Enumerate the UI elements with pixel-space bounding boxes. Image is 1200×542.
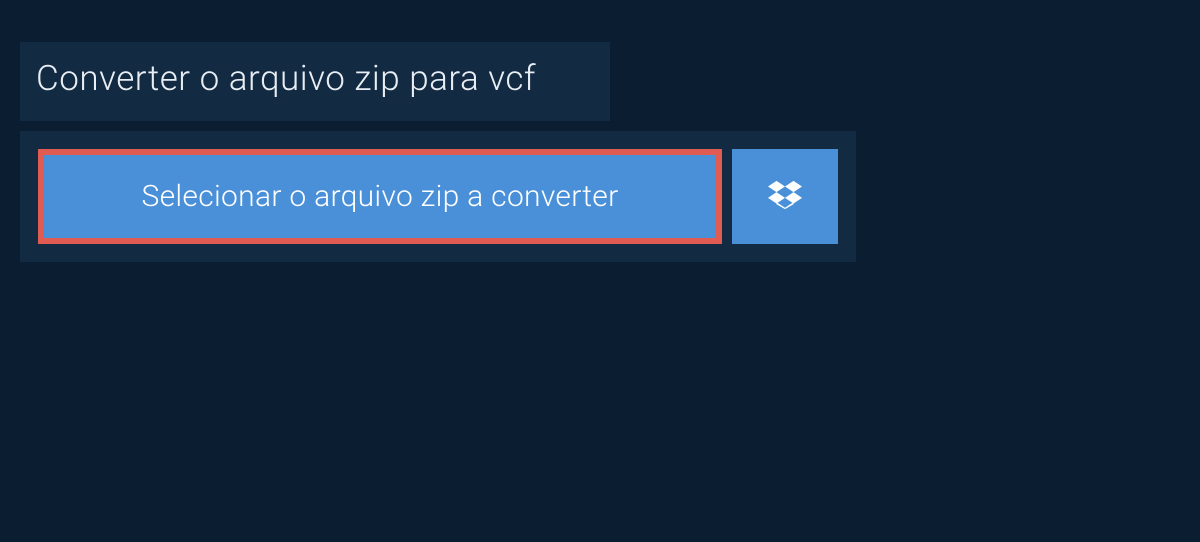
dropbox-icon [768,178,802,216]
dropbox-button[interactable] [732,149,838,244]
select-file-label: Selecionar o arquivo zip a converter [141,179,618,214]
header-panel: Converter o arquivo zip para vcf [20,42,610,121]
page-title: Converter o arquivo zip para vcf [36,58,592,99]
action-panel: Selecionar o arquivo zip a converter [20,131,856,262]
select-file-button[interactable]: Selecionar o arquivo zip a converter [38,149,722,244]
